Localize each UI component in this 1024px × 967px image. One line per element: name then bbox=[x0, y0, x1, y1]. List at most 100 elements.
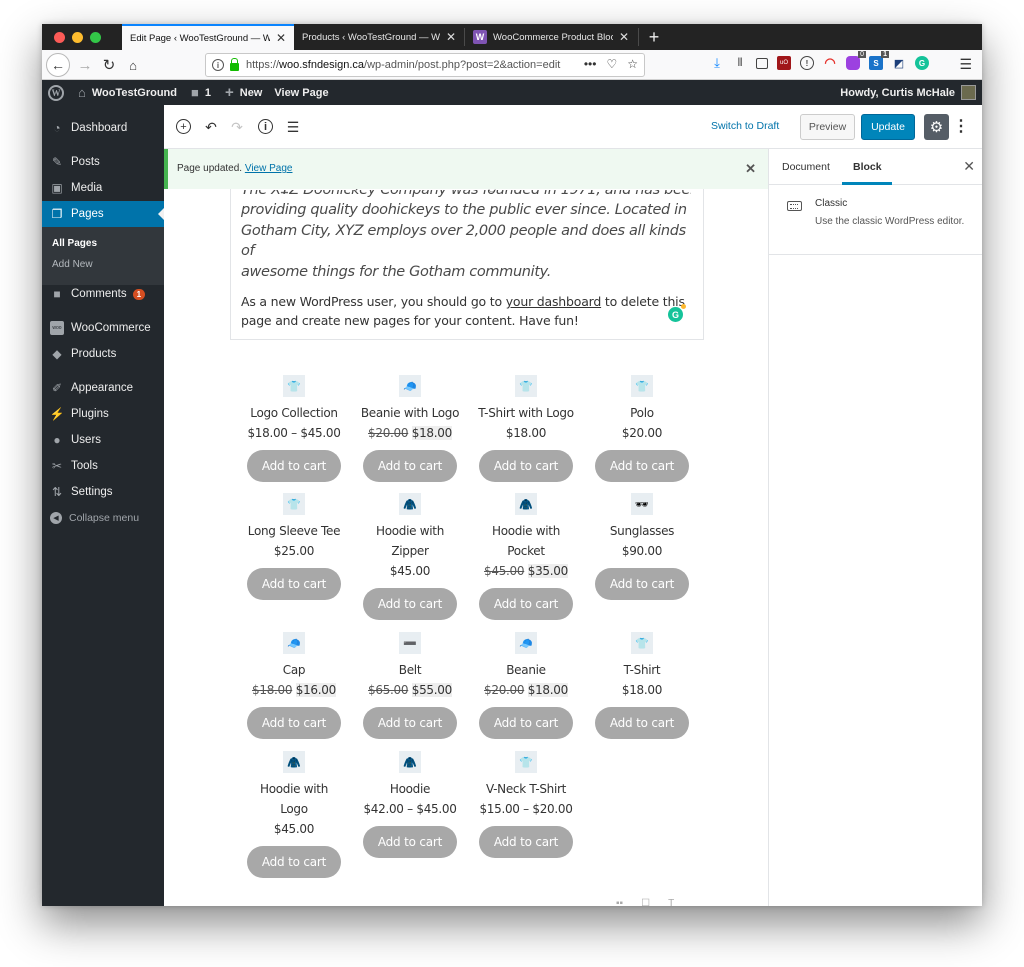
extension-purple-icon[interactable]: 0 bbox=[846, 51, 866, 70]
menu-icon[interactable]: ☰ bbox=[959, 56, 972, 73]
add-to-cart-button[interactable]: Add to cart bbox=[363, 588, 457, 620]
add-to-cart-button[interactable]: Add to cart bbox=[363, 450, 457, 482]
url-text[interactable]: https://woo.sfndesign.ca/wp-admin/post.p… bbox=[246, 59, 566, 71]
site-name-link[interactable]: ⌂ WooTestGround bbox=[78, 85, 177, 100]
close-icon[interactable]: ✕ bbox=[963, 158, 975, 175]
grammarly-icon[interactable]: G bbox=[668, 304, 686, 322]
library-icon[interactable]: ⫴ bbox=[733, 56, 747, 70]
switch-to-draft-button[interactable]: Switch to Draft bbox=[711, 120, 779, 132]
product-thumbnail[interactable]: ➖ bbox=[399, 632, 421, 654]
add-to-cart-button[interactable]: Add to cart bbox=[363, 826, 457, 858]
product-thumbnail[interactable]: 🧥 bbox=[399, 751, 421, 773]
product-name[interactable]: Hoodie with Zipper bbox=[370, 521, 450, 561]
block-navigation-button[interactable]: ☰ bbox=[284, 118, 302, 136]
close-icon[interactable]: ✕ bbox=[276, 31, 286, 45]
sidebar-item-posts[interactable]: ✎ Posts bbox=[42, 149, 164, 175]
close-icon[interactable]: ✕ bbox=[446, 30, 456, 44]
add-to-cart-button[interactable]: Add to cart bbox=[363, 707, 457, 739]
product-name[interactable]: Belt bbox=[352, 660, 468, 680]
user-account-menu[interactable]: Howdy, Curtis McHale bbox=[840, 80, 976, 105]
minimize-window-button[interactable] bbox=[72, 32, 83, 43]
sidebar-item-media[interactable]: ▣ Media bbox=[42, 175, 164, 201]
browser-tab-woocommerce-blocks[interactable]: W WooCommerce Product Blocks ✕ bbox=[465, 24, 637, 50]
url-bar[interactable]: i https://woo.sfndesign.ca/wp-admin/post… bbox=[205, 53, 645, 77]
product-thumbnail[interactable]: 👕 bbox=[631, 375, 653, 397]
sidebar-item-settings[interactable]: ⇅ Settings bbox=[42, 479, 164, 505]
pocket-icon[interactable]: ♡ bbox=[606, 57, 617, 71]
grammarly-icon[interactable]: G bbox=[915, 56, 929, 70]
add-block-button[interactable]: + bbox=[176, 119, 191, 134]
forward-button[interactable]: → bbox=[76, 53, 94, 77]
dashboard-link[interactable]: your dashboard bbox=[506, 294, 602, 309]
browser-tab-products[interactable]: Products ‹ WooTestGround — WordPress ✕ bbox=[294, 24, 464, 50]
add-to-cart-button[interactable]: Add to cart bbox=[247, 568, 341, 600]
classic-block-text[interactable]: The XYZ Doohickey Company was founded in… bbox=[241, 190, 691, 330]
sidebar-item-pages[interactable]: ❐ Pages bbox=[42, 201, 164, 227]
home-button[interactable]: ⌂ bbox=[124, 53, 142, 77]
sidebar-item-dashboard[interactable]: ◔ Dashboard bbox=[42, 115, 164, 141]
product-name[interactable]: Logo Collection bbox=[236, 403, 352, 423]
product-name[interactable]: T-Shirt bbox=[584, 660, 700, 680]
ublock-icon[interactable]: uO bbox=[777, 56, 791, 70]
product-thumbnail[interactable]: 👕 bbox=[515, 751, 537, 773]
view-page-link[interactable]: View Page bbox=[245, 163, 293, 174]
product-thumbnail[interactable]: 🧢 bbox=[399, 375, 421, 397]
add-to-cart-button[interactable]: Add to cart bbox=[479, 450, 573, 482]
submenu-all-pages[interactable]: All Pages bbox=[52, 238, 97, 249]
product-name[interactable]: V-Neck T-Shirt bbox=[468, 779, 584, 799]
add-to-cart-button[interactable]: Add to cart bbox=[479, 588, 573, 620]
sidebar-item-tools[interactable]: ✂ Tools bbox=[42, 453, 164, 479]
download-icon[interactable]: ⤓ bbox=[710, 55, 724, 70]
tab-block[interactable]: Block bbox=[853, 161, 882, 173]
product-thumbnail[interactable]: 🧥 bbox=[399, 493, 421, 515]
add-to-cart-button[interactable]: Add to cart bbox=[247, 707, 341, 739]
product-name[interactable]: Beanie with Logo bbox=[352, 403, 468, 423]
product-name[interactable]: Hoodie bbox=[352, 779, 468, 799]
square-icon[interactable]: ☐ bbox=[641, 898, 650, 906]
product-name[interactable]: Sunglasses bbox=[584, 521, 700, 541]
product-name[interactable]: Hoodie with Pocket bbox=[486, 521, 566, 561]
extension-blue-icon[interactable]: S1 bbox=[869, 51, 889, 70]
product-thumbnail[interactable]: 🧥 bbox=[283, 751, 305, 773]
add-to-cart-button[interactable]: Add to cart bbox=[247, 846, 341, 878]
pocket-red-icon[interactable]: ◠ bbox=[823, 55, 837, 70]
redo-button[interactable]: ↷ bbox=[228, 118, 246, 136]
update-button[interactable]: Update bbox=[861, 114, 915, 140]
product-thumbnail[interactable]: 🧢 bbox=[283, 632, 305, 654]
close-icon[interactable]: ✕ bbox=[745, 161, 756, 177]
product-name[interactable]: Long Sleeve Tee bbox=[236, 521, 352, 541]
close-window-button[interactable] bbox=[54, 32, 65, 43]
sidebar-item-products[interactable]: ◆ Products bbox=[42, 341, 164, 367]
sidebar-icon[interactable] bbox=[756, 57, 768, 69]
undo-button[interactable]: ↶ bbox=[202, 118, 220, 136]
extension-puzzle-icon[interactable]: ◩ bbox=[892, 56, 906, 70]
product-name[interactable]: Polo bbox=[584, 403, 700, 423]
bookmark-star-icon[interactable]: ☆ bbox=[627, 57, 638, 71]
info-icon[interactable]: i bbox=[212, 59, 224, 71]
page-actions-icon[interactable]: ••• bbox=[584, 57, 597, 71]
add-to-cart-button[interactable]: Add to cart bbox=[595, 707, 689, 739]
new-tab-button[interactable]: + bbox=[642, 24, 666, 50]
product-name[interactable]: T-Shirt with Logo bbox=[468, 403, 584, 423]
grid-icon[interactable]: ▪▪ bbox=[616, 898, 623, 906]
more-options-button[interactable]: ⋮ bbox=[953, 115, 969, 139]
product-thumbnail[interactable]: 🧥 bbox=[515, 493, 537, 515]
product-thumbnail[interactable]: 👕 bbox=[283, 493, 305, 515]
sidebar-item-appearance[interactable]: ✐ Appearance bbox=[42, 375, 164, 401]
submenu-add-new[interactable]: Add New bbox=[52, 259, 93, 270]
product-thumbnail[interactable]: 👕 bbox=[283, 375, 305, 397]
sidebar-item-plugins[interactable]: ⚡ Plugins bbox=[42, 401, 164, 427]
text-icon[interactable]: T bbox=[668, 898, 674, 906]
sidebar-item-comments[interactable]: ■ Comments 1 bbox=[42, 281, 164, 307]
comments-link[interactable]: ■ 1 bbox=[191, 85, 211, 100]
add-to-cart-button[interactable]: Add to cart bbox=[479, 707, 573, 739]
close-icon[interactable]: ✕ bbox=[619, 30, 629, 44]
wordpress-logo-icon[interactable]: W bbox=[48, 84, 64, 101]
reload-button[interactable]: ↻ bbox=[100, 53, 118, 77]
back-button[interactable]: ← bbox=[46, 53, 70, 77]
product-thumbnail[interactable]: 🧢 bbox=[515, 632, 537, 654]
view-page-link[interactable]: View Page bbox=[274, 87, 328, 99]
product-name[interactable]: Beanie bbox=[468, 660, 584, 680]
product-thumbnail[interactable]: 👕 bbox=[515, 375, 537, 397]
product-name[interactable]: Hoodie with Logo bbox=[254, 779, 334, 819]
